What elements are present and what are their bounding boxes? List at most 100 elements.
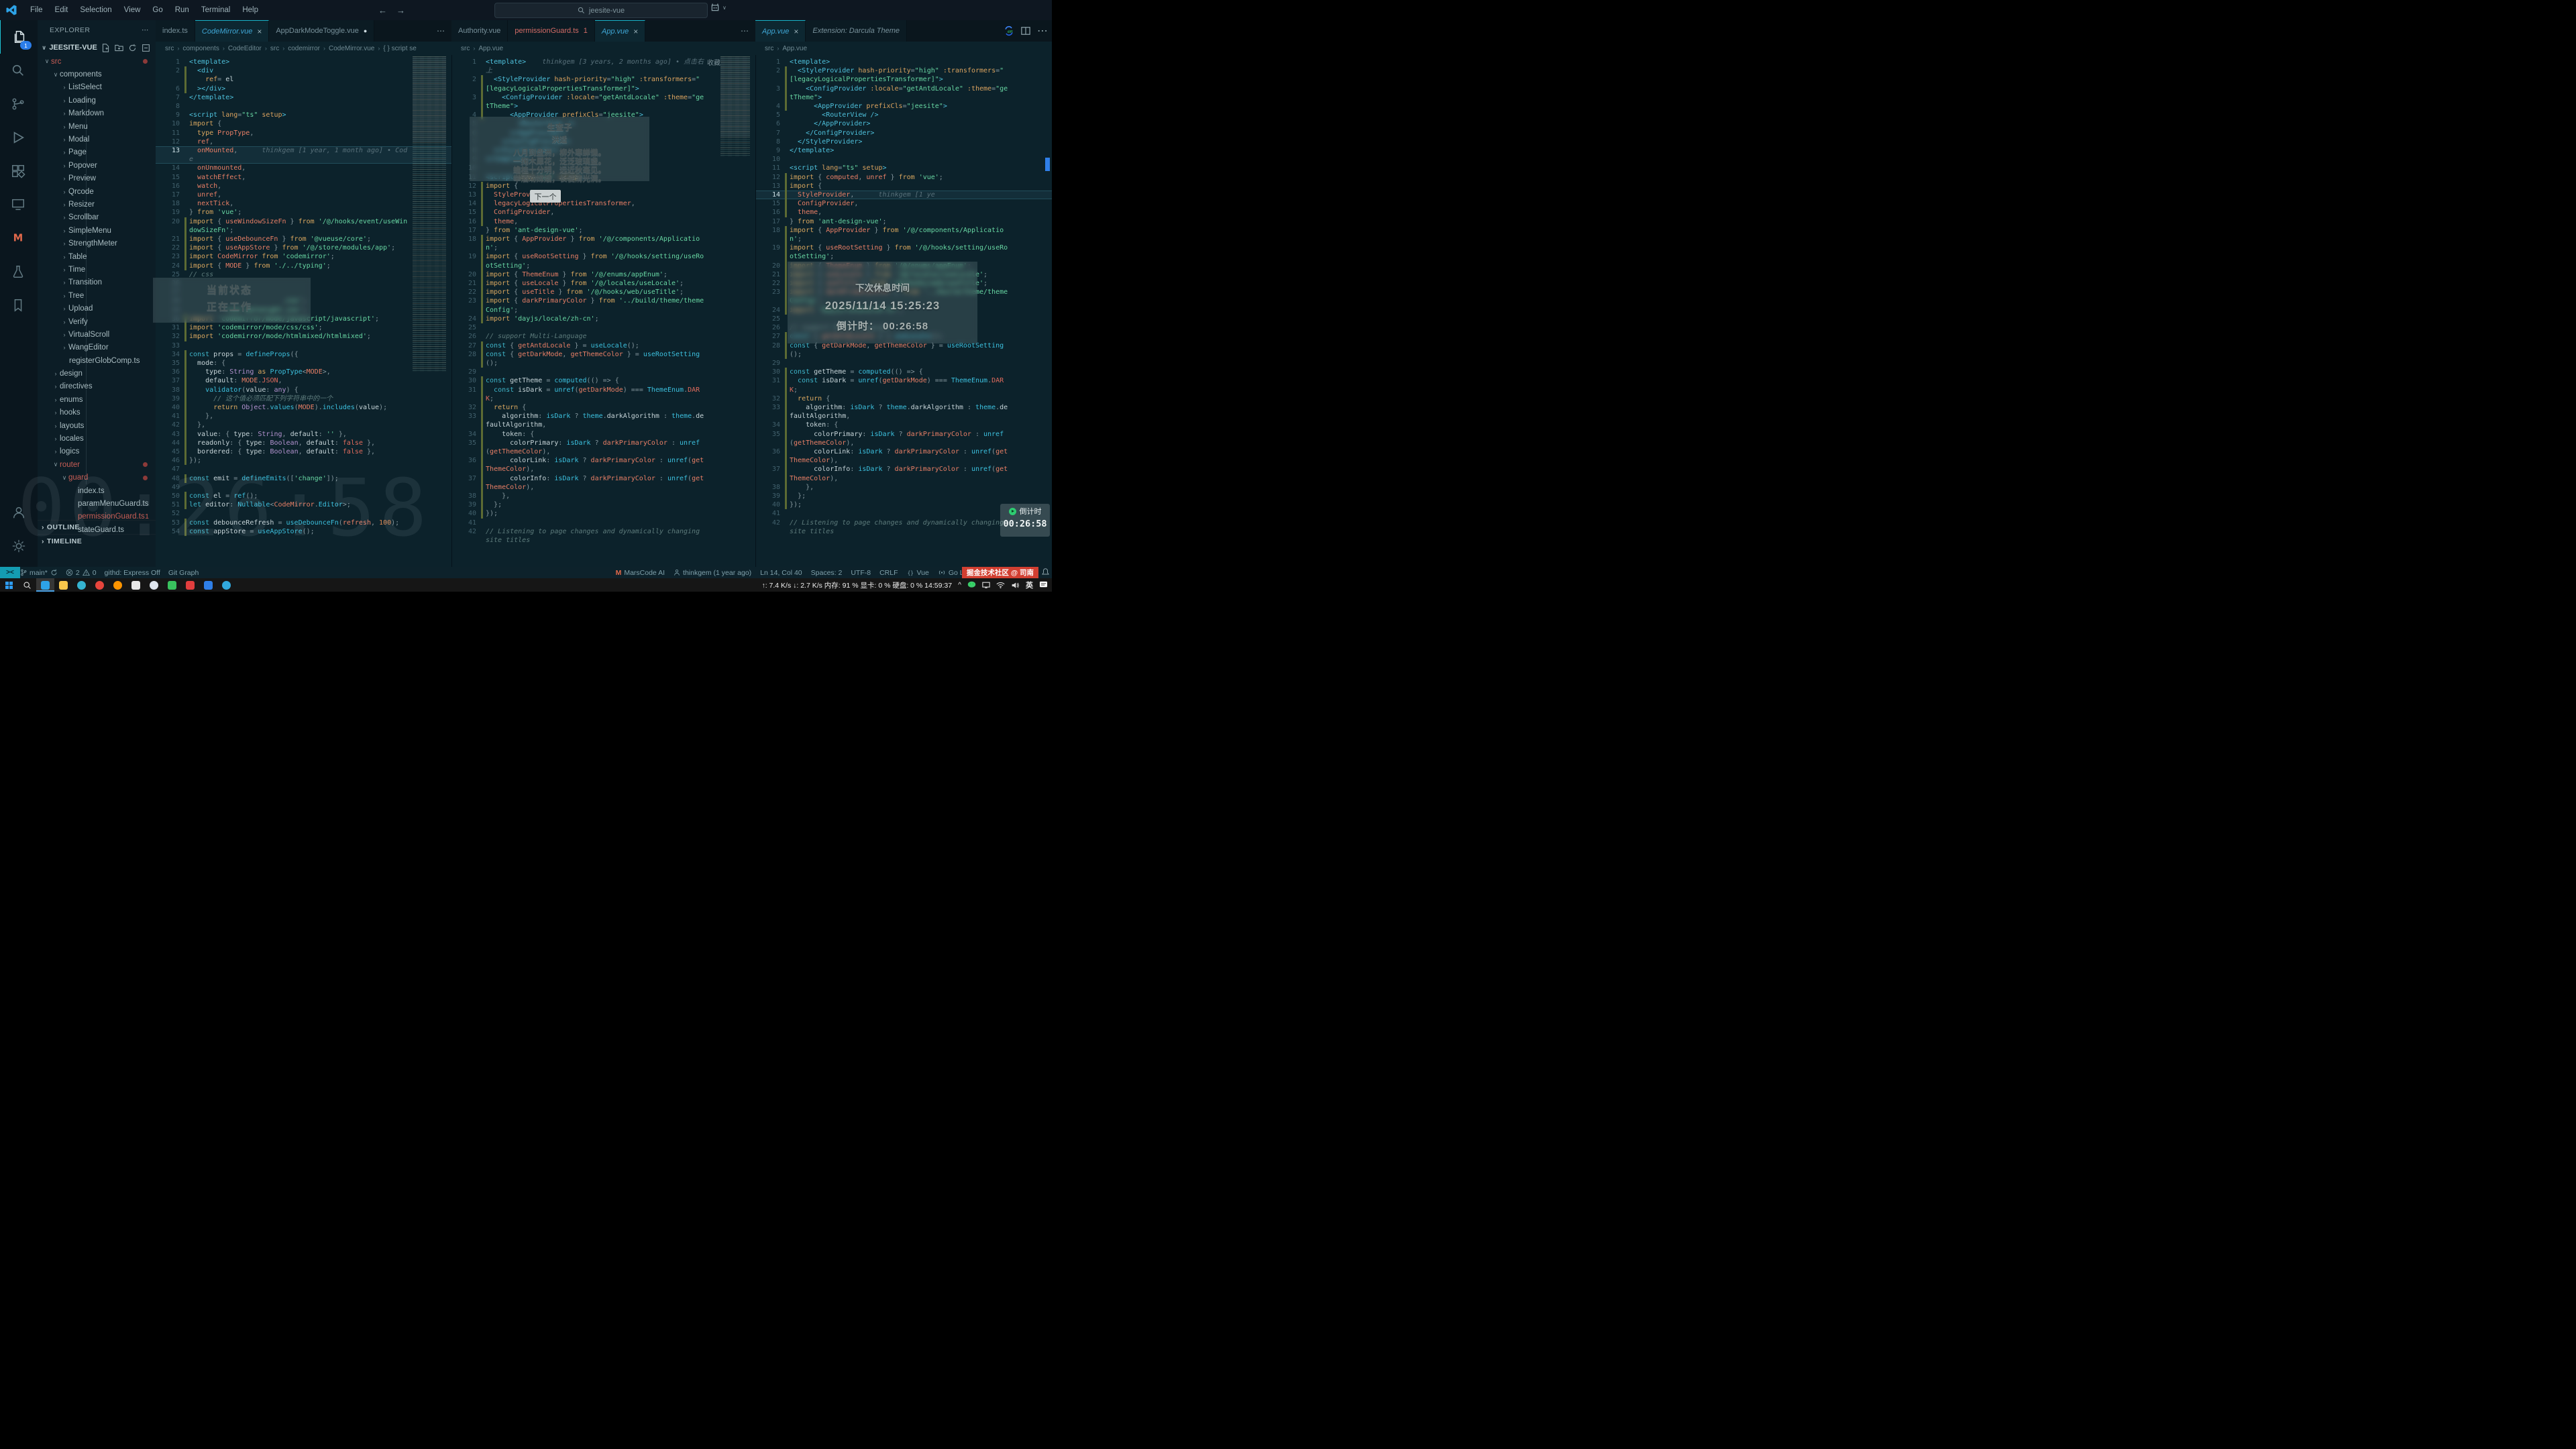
- command-search-box[interactable]: jeesite-vue: [494, 3, 708, 18]
- breadcrumb-item[interactable]: src: [765, 45, 773, 52]
- tab-Extension-Darcula-Theme[interactable]: Extension: Darcula Theme: [806, 20, 907, 42]
- status-utf-8[interactable]: UTF-8: [851, 569, 871, 577]
- status-githd-express-off[interactable]: githd: Express Off: [105, 569, 160, 577]
- tree-item-Time[interactable]: ›Time: [38, 263, 156, 276]
- tab-Authority.vue[interactable]: Authority.vue: [451, 20, 508, 42]
- menu-edit[interactable]: Edit: [49, 6, 74, 14]
- minimap-slider[interactable]: [413, 56, 446, 142]
- edge-app[interactable]: [72, 578, 91, 592]
- menu-help[interactable]: Help: [236, 6, 264, 14]
- tree-item-hooks[interactable]: ›hooks: [38, 407, 156, 419]
- breadcrumb-item[interactable]: CodeEditor: [228, 45, 262, 52]
- menu-go[interactable]: Go: [146, 6, 168, 14]
- tree-item-registerGlobComp.ts[interactable]: registerGlobComp.ts: [38, 354, 156, 367]
- tree-item-logics[interactable]: ›logics: [38, 445, 156, 458]
- minimap[interactable]: [413, 56, 446, 372]
- countdown-widget[interactable]: 倒计时 00:26:58: [1000, 504, 1050, 537]
- volume-icon[interactable]: [1011, 582, 1020, 589]
- tree-item-ListSelect[interactable]: ›ListSelect: [38, 81, 156, 94]
- status-git-graph[interactable]: Git Graph: [168, 569, 199, 577]
- tree-item-locales[interactable]: ›locales: [38, 432, 156, 445]
- settings-gear-icon[interactable]: [0, 529, 38, 563]
- tree-item-Transition[interactable]: ›Transition: [38, 276, 156, 289]
- status-thinkgem-1-year-ago-[interactable]: thinkgem (1 year ago): [674, 569, 751, 577]
- breadcrumb-item[interactable]: components: [182, 45, 219, 52]
- breadcrumb-item[interactable]: codemirror: [288, 45, 320, 52]
- menu-run[interactable]: Run: [169, 6, 195, 14]
- tree-item-Preview[interactable]: ›Preview: [38, 172, 156, 185]
- tree-item-Modal[interactable]: ›Modal: [38, 133, 156, 146]
- status-marscode-ai[interactable]: MMarsCode AI: [616, 569, 665, 577]
- explorer-icon[interactable]: 1: [0, 20, 38, 54]
- tab-permissionGuard.ts[interactable]: permissionGuard.ts1: [508, 20, 595, 42]
- tree-item-StrengthMeter[interactable]: ›StrengthMeter: [38, 237, 156, 250]
- breadcrumb-item[interactable]: App.vue: [478, 45, 503, 52]
- tray-chevron-icon[interactable]: ^: [958, 581, 961, 589]
- minimap[interactable]: [720, 56, 750, 157]
- minimap-slider[interactable]: [720, 56, 750, 137]
- remote-indicator[interactable]: ><: [0, 567, 20, 578]
- status-2[interactable]: 20: [66, 569, 97, 577]
- telegram-app[interactable]: [217, 578, 235, 592]
- wechat-tray-icon[interactable]: [967, 581, 976, 589]
- tree-item-design[interactable]: ›design: [38, 367, 156, 380]
- vscode-app[interactable]: [36, 578, 54, 592]
- explorer-more-icon[interactable]: ⋯: [142, 26, 149, 34]
- nav-back-icon[interactable]: ←: [378, 5, 387, 15]
- tree-item-src[interactable]: ∨src: [38, 55, 156, 68]
- status-spaces-2[interactable]: Spaces: 2: [811, 569, 843, 577]
- tree-item-index.ts[interactable]: index.ts: [38, 484, 156, 497]
- timeline-section[interactable]: ›TIMELINE: [38, 534, 156, 548]
- close-icon[interactable]: ×: [633, 27, 638, 36]
- breadcrumb-item[interactable]: App.vue: [782, 45, 807, 52]
- tree-item-Upload[interactable]: ›Upload: [38, 302, 156, 315]
- tree-item-layouts[interactable]: ›layouts: [38, 419, 156, 432]
- nav-forward-icon[interactable]: →: [396, 5, 405, 15]
- menu-selection[interactable]: Selection: [74, 6, 117, 14]
- outline-section[interactable]: ›OUTLINE: [38, 520, 156, 534]
- source-control-icon[interactable]: [0, 87, 37, 121]
- tree-item-Page[interactable]: ›Page: [38, 146, 156, 159]
- tree-item-router[interactable]: ∨router: [38, 458, 156, 471]
- tree-item-Loading[interactable]: ›Loading: [38, 94, 156, 107]
- breadcrumb-2[interactable]: src›App.vue: [451, 42, 755, 55]
- bell-icon[interactable]: [1042, 568, 1049, 576]
- wechat-app[interactable]: [163, 578, 181, 592]
- community-badge[interactable]: 掘金技术社区 @ 司南: [962, 567, 1038, 578]
- breadcrumb-item[interactable]: CodeMirror.vue: [329, 45, 374, 52]
- tree-item-SimpleMenu[interactable]: ›SimpleMenu: [38, 224, 156, 237]
- notification-icon[interactable]: [1039, 581, 1048, 589]
- tab-index.ts[interactable]: index.ts: [156, 20, 195, 42]
- menu-file[interactable]: File: [24, 6, 49, 14]
- refresh-icon[interactable]: [128, 44, 137, 52]
- firefox-app[interactable]: [109, 578, 127, 592]
- taskbar-search[interactable]: [18, 578, 36, 592]
- chrome-app[interactable]: [91, 578, 109, 592]
- explorer-app[interactable]: [54, 578, 72, 592]
- tab-overflow-icon[interactable]: ⋯: [430, 26, 451, 36]
- extensions-icon[interactable]: [0, 154, 37, 188]
- tree-item-Verify[interactable]: ›Verify: [38, 315, 156, 328]
- tree-item-Scrollbar[interactable]: ›Scrollbar: [38, 211, 156, 224]
- tree-item-Resizer[interactable]: ›Resizer: [38, 198, 156, 211]
- qq-app[interactable]: [145, 578, 163, 592]
- tree-item-Qrcode[interactable]: ›Qrcode: [38, 185, 156, 198]
- close-icon[interactable]: ×: [257, 27, 262, 36]
- remote-icon[interactable]: [0, 188, 37, 221]
- start-button[interactable]: [0, 578, 18, 592]
- new-folder-icon[interactable]: [115, 44, 123, 52]
- breadcrumb-item[interactable]: src: [461, 45, 470, 52]
- tab-overflow-icon[interactable]: ⋯: [734, 26, 755, 36]
- breadcrumb-item[interactable]: { } script se: [383, 45, 416, 52]
- app-blue[interactable]: [199, 578, 217, 592]
- tab-App.vue[interactable]: App.vue×: [755, 20, 806, 42]
- tree-item-WangEditor[interactable]: ›WangEditor: [38, 341, 156, 354]
- search-icon[interactable]: [0, 54, 37, 87]
- tree-item-Tree[interactable]: ›Tree: [38, 289, 156, 302]
- poem-next-button[interactable]: 下一个: [530, 190, 561, 203]
- run-debug-icon[interactable]: [0, 121, 37, 154]
- tree-item-Popover[interactable]: ›Popover: [38, 159, 156, 172]
- status-crlf[interactable]: CRLF: [879, 569, 898, 577]
- tree-item-Menu[interactable]: ›Menu: [38, 120, 156, 133]
- tree-item-directives[interactable]: ›directives: [38, 380, 156, 393]
